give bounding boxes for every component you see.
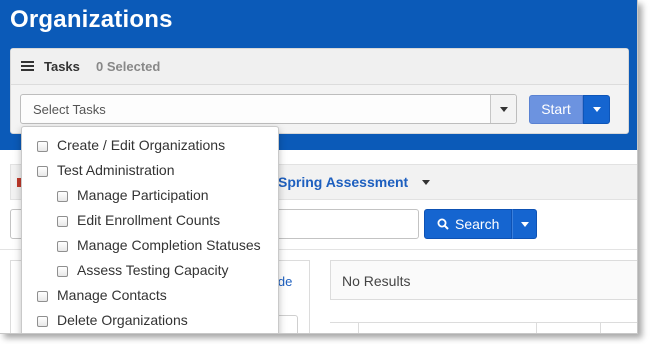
select-tasks-placeholder: Select Tasks: [33, 102, 106, 117]
table-column-divider: [358, 323, 359, 333]
menu-item-label: Assess Testing Capacity: [77, 262, 229, 278]
results-table: [330, 322, 637, 333]
results-status: No Results: [342, 273, 411, 289]
tasks-dropdown-menu: Create / Edit Organizations Test Adminis…: [21, 126, 279, 333]
search-button-label: Search: [455, 216, 500, 232]
checkbox[interactable]: [57, 266, 68, 277]
start-options-button[interactable]: [583, 95, 610, 124]
select-tasks-toggle[interactable]: [490, 95, 516, 123]
app-window: Organizations Tasks 0 Selected Select Ta…: [0, 0, 638, 334]
checkbox[interactable]: [37, 141, 48, 152]
checkbox[interactable]: [57, 191, 68, 202]
chevron-down-icon: [500, 107, 508, 112]
checkbox[interactable]: [37, 316, 48, 327]
tasks-title: Tasks: [44, 59, 80, 74]
chevron-down-icon: [593, 107, 601, 112]
menu-item-label: Manage Participation: [77, 187, 209, 203]
menu-item-label: Manage Completion Statuses: [77, 237, 261, 253]
chevron-down-icon: [521, 222, 529, 227]
menu-item-label: Test Administration: [57, 162, 175, 178]
checkbox[interactable]: [37, 166, 48, 177]
menu-item-label: Manage Contacts: [57, 287, 167, 303]
search-options-button[interactable]: [512, 209, 537, 239]
menu-item-label: Edit Enrollment Counts: [77, 212, 221, 228]
search-button[interactable]: Search: [424, 209, 512, 239]
tasks-panel-header: Tasks 0 Selected: [11, 49, 628, 85]
checkbox[interactable]: [57, 216, 68, 227]
checkbox[interactable]: [57, 241, 68, 252]
table-column-divider: [600, 323, 601, 333]
menu-item-label: Delete Organizations: [57, 312, 188, 328]
results-panel: No Results: [330, 260, 637, 300]
tasks-panel: Tasks 0 Selected Select Tasks Start: [10, 48, 629, 134]
assessment-selector[interactable]: Spring Assessment: [278, 174, 408, 190]
page-title: Organizations: [10, 6, 173, 33]
start-button[interactable]: Start: [529, 95, 583, 124]
table-column-divider: [536, 323, 537, 333]
search-icon: [437, 218, 449, 230]
list-icon: [21, 61, 34, 72]
tasks-selected-count: 0 Selected: [96, 59, 161, 74]
select-tasks-dropdown[interactable]: Select Tasks: [20, 94, 517, 124]
menu-item-label: Create / Edit Organizations: [57, 137, 226, 153]
chevron-down-icon[interactable]: [422, 180, 430, 185]
checkbox[interactable]: [37, 291, 48, 302]
